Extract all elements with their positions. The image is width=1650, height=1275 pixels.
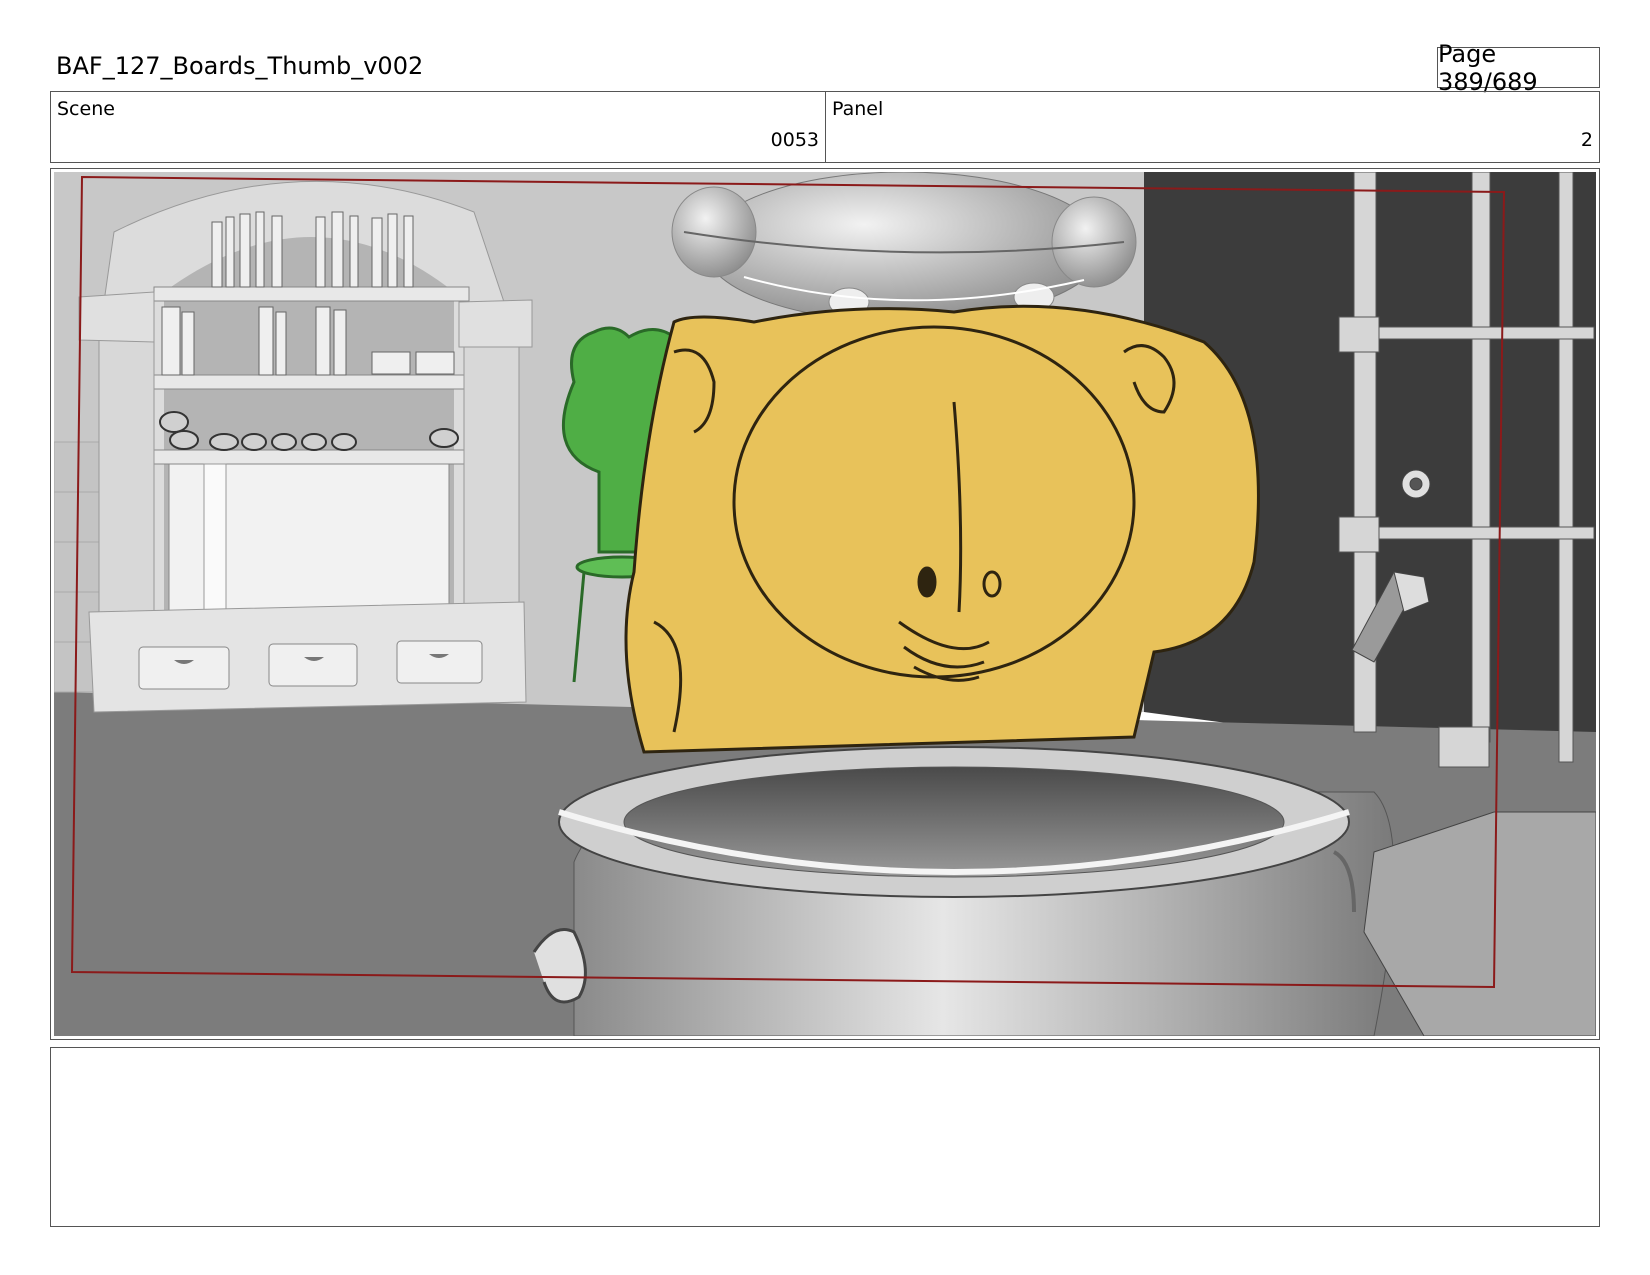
scene-label: Scene	[57, 98, 115, 120]
scene-number: 0053	[770, 129, 819, 151]
notes-box	[50, 1047, 1600, 1227]
scene-panel-row: Scene 0053 Panel 2	[50, 91, 1600, 163]
document-title: BAF_127_Boards_Thumb_v002	[56, 52, 424, 80]
panel-cell: Panel 2	[826, 92, 1599, 162]
page-number: Page 389/689	[1437, 40, 1600, 96]
storyboard-frame	[50, 168, 1600, 1040]
panel-label: Panel	[832, 98, 884, 120]
cauldron	[532, 746, 1395, 1036]
bookshelf	[78, 180, 533, 713]
storyboard-image	[54, 172, 1596, 1036]
scene-cell: Scene 0053	[51, 92, 826, 162]
panel-number: 2	[1580, 129, 1593, 151]
